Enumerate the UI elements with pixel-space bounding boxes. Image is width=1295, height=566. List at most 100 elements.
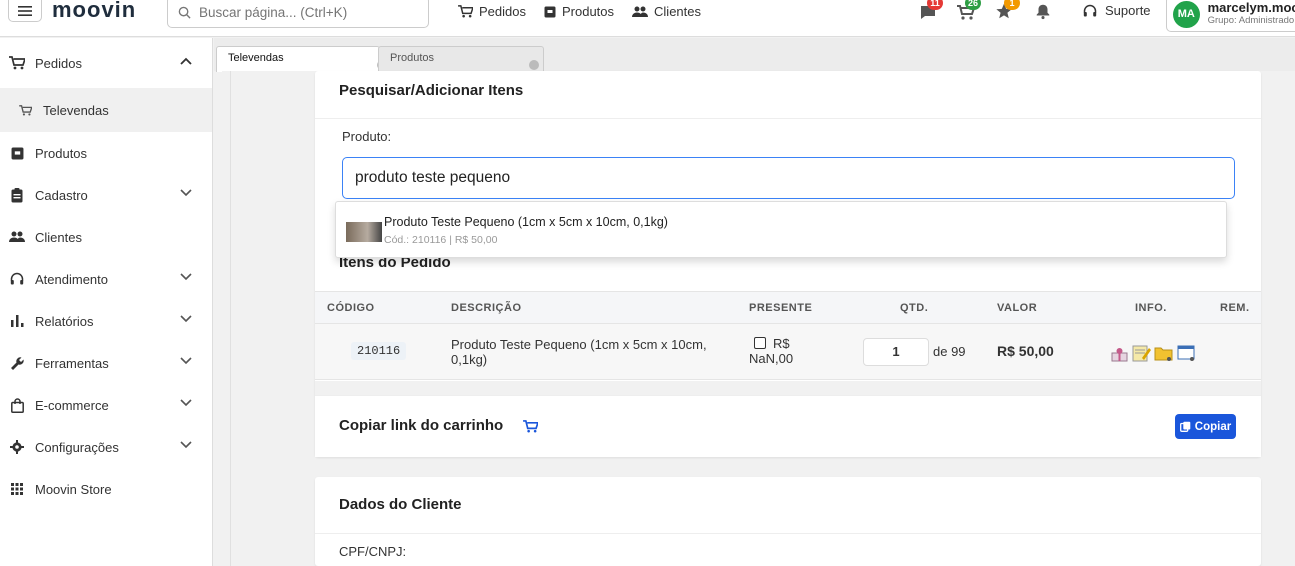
gear-icon (10, 440, 24, 454)
close-icon[interactable] (529, 60, 539, 70)
cart-badge: 26 (965, 0, 982, 10)
moovin-logo[interactable]: moovin (52, 0, 136, 23)
cart-notifications-button[interactable]: 26 (956, 0, 982, 24)
gift-value: NaN,00 (749, 351, 794, 366)
sidebar-item-atendimento[interactable]: Atendimento (0, 258, 212, 300)
sidebar-item-cadastro[interactable]: Cadastro (0, 174, 212, 216)
favorites-button[interactable]: 1 (995, 0, 1020, 24)
global-search[interactable] (167, 0, 429, 28)
clipboard-icon (11, 187, 23, 202)
gift-icon[interactable] (1111, 346, 1128, 362)
user-group: Grupo: Administrado (1207, 15, 1295, 26)
sidebar: Pedidos Televendas Produtos Cadastro Cli… (0, 38, 213, 566)
cart-icon (18, 104, 32, 116)
sidebar-item-label: Relatórios (35, 313, 94, 329)
sidebar-item-label: Moovin Store (35, 481, 112, 497)
cart-icon (458, 5, 473, 18)
col-presente: PRESENTE (749, 302, 813, 314)
messages-button[interactable]: 11 (918, 0, 943, 24)
sidebar-item-label: Produtos (35, 145, 88, 161)
notifications-button[interactable] (1034, 2, 1056, 24)
product-label: Produto: (342, 129, 392, 144)
box-icon (544, 6, 556, 17)
sidebar-item-televendas[interactable]: Televendas (0, 88, 212, 132)
sidebar-item-moovin-store[interactable]: Moovin Store (0, 468, 212, 510)
sidebar-item-produtos[interactable]: Produtos (0, 132, 212, 174)
chevron-down-icon[interactable] (180, 441, 192, 449)
sidebar-item-label: Cadastro (35, 187, 88, 203)
sidebar-item-configuracoes[interactable]: Configurações (0, 426, 212, 468)
list-item[interactable]: Produto Teste Pequeno (1cm x 5cm x 10cm,… (336, 202, 1226, 257)
hamburger-icon (18, 5, 32, 16)
chevron-down-icon[interactable] (180, 399, 192, 407)
folder-icon[interactable] (1154, 345, 1173, 362)
cpf-label: CPF/CNPJ: (339, 544, 407, 559)
user-name: marcelym.moov (1207, 1, 1295, 16)
col-info: INFO. (1135, 302, 1167, 314)
table-row: 210116 Produto Teste Pequeno (1cm x 5cm … (315, 324, 1261, 380)
top-nav-clientes[interactable]: Clientes (632, 4, 701, 19)
chevron-down-icon[interactable] (180, 315, 192, 323)
bell-icon (1036, 4, 1050, 20)
item-description: Produto Teste Pequeno (1cm x 5cm x 10cm,… (451, 337, 707, 367)
bar-chart-icon (10, 315, 23, 327)
sidebar-item-label: Televendas (43, 102, 109, 118)
col-descricao: DESCRIÇÃO (451, 302, 522, 314)
order-card: Pesquisar/Adicionar Itens Produto: Itens… (315, 71, 1261, 457)
top-nav-produtos-label: Produtos (561, 4, 615, 19)
product-autocomplete-dropdown: Produto Teste Pequeno (1cm x 5cm x 10cm,… (335, 201, 1227, 258)
top-nav-pedidos-label: Pedidos (479, 4, 526, 19)
headset-icon (1083, 4, 1097, 16)
col-valor: VALOR (997, 302, 1038, 314)
chevron-down-icon[interactable] (180, 273, 192, 281)
quantity-input[interactable]: 1 (863, 338, 929, 366)
top-bar: moovin Pedidos Produtos Clientes 11 26 (0, 0, 1295, 37)
main-content: Pesquisar/Adicionar Itens Produto: Itens… (222, 71, 1295, 566)
tab-televendas[interactable]: Televendas (216, 46, 387, 72)
chevron-down-icon[interactable] (180, 189, 192, 197)
cart-icon (523, 420, 538, 433)
suggestion-title: Produto Teste Pequeno (1cm x 5cm x 10cm,… (384, 215, 668, 229)
top-nav-produtos[interactable]: Produtos (544, 4, 614, 19)
gift-value-currency: R$ (773, 336, 790, 351)
info-icons (1111, 344, 1195, 365)
global-search-input[interactable] (199, 4, 419, 20)
top-nav-pedidos[interactable]: Pedidos (458, 4, 526, 19)
copy-link-button[interactable]: Copiar (1175, 414, 1236, 439)
product-search-input[interactable] (342, 157, 1235, 199)
sidebar-item-pedidos[interactable]: Pedidos (0, 38, 212, 88)
people-icon (632, 6, 649, 17)
cart-link-section: Copiar link do carrinho (315, 395, 1261, 457)
top-nav: Pedidos Produtos Clientes (458, 4, 701, 19)
client-card: Dados do Cliente CPF/CNPJ: (315, 477, 1261, 566)
tab-produtos[interactable]: Produtos (378, 46, 544, 72)
bag-icon (10, 397, 24, 413)
client-title: Dados do Cliente (339, 496, 462, 513)
gift-checkbox[interactable] (754, 337, 766, 349)
support-label: Suporte (1105, 3, 1151, 18)
window-icon[interactable] (1177, 345, 1195, 362)
user-menu[interactable]: MA marcelym.moov Grupo: Administrado (1166, 0, 1295, 32)
suggestion-subtitle: Cód.: 210116 | R$ 50,00 (384, 234, 498, 246)
sidebar-item-relatorios[interactable]: Relatórios (0, 300, 212, 342)
chevron-up-icon[interactable] (180, 57, 192, 65)
support-link[interactable]: Suporte (1083, 3, 1151, 18)
copy-icon (1179, 421, 1191, 432)
messages-badge: 11 (927, 0, 943, 10)
sidebar-item-ferramentas[interactable]: Ferramentas (0, 342, 212, 384)
search-items-title: Pesquisar/Adicionar Itens (339, 82, 524, 99)
edit-icon[interactable] (1132, 344, 1151, 362)
sidebar-item-ecommerce[interactable]: E-commerce (0, 384, 212, 426)
order-items-table-header: CÓDIGO DESCRIÇÃO PRESENTE QTD. VALOR INF… (315, 291, 1261, 324)
chevron-down-icon[interactable] (180, 357, 192, 365)
col-codigo: CÓDIGO (327, 302, 375, 314)
col-rem: REM. (1220, 302, 1250, 314)
menu-toggle-button[interactable] (8, 0, 42, 22)
qty-max: de 99 (933, 344, 966, 359)
tabs-bar: Televendas Produtos (214, 38, 1295, 72)
headset-icon (10, 272, 24, 285)
top-nav-clientes-label: Clientes (654, 4, 701, 19)
sidebar-item-label: Clientes (35, 229, 82, 245)
sidebar-item-clientes[interactable]: Clientes (0, 216, 212, 258)
sidebar-item-label: Ferramentas (35, 355, 109, 371)
